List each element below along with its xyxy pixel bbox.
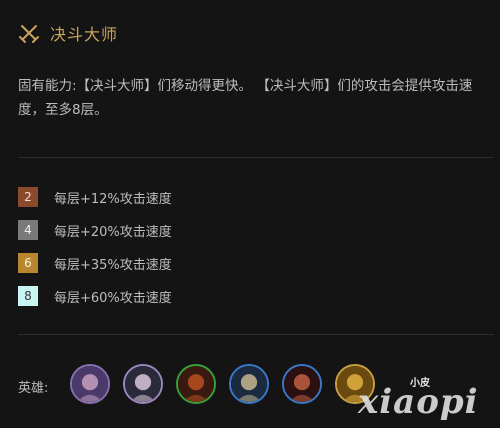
hero-avatar[interactable] <box>282 364 322 404</box>
tier-text: 每层+20%攻击速度 <box>54 224 172 240</box>
tier-badge: 4 <box>18 220 38 240</box>
tier-text: 每层+35%攻击速度 <box>54 257 172 273</box>
divider <box>18 334 494 335</box>
tier-badge: 8 <box>18 286 38 306</box>
tier-row: 6 每层+35%攻击速度 <box>18 252 172 274</box>
tier-badge: 6 <box>18 253 38 273</box>
hero-avatar[interactable] <box>70 364 110 404</box>
hero-avatar[interactable] <box>229 364 269 404</box>
watermark: 小皮 xiaopi <box>352 368 500 428</box>
heroes-label: 英雄: <box>18 381 49 396</box>
crossed-swords-icon <box>19 25 39 43</box>
hero-avatar[interactable] <box>176 364 216 404</box>
trait-description: 固有能力:【决斗大师】们移动得更快。 【决斗大师】们的攻击会提供攻击速度，至多8… <box>18 78 473 118</box>
tier-row: 8 每层+60%攻击速度 <box>18 285 172 307</box>
trait-header: 决斗大师 <box>18 20 118 46</box>
tier-row: 4 每层+20%攻击速度 <box>18 219 172 241</box>
tier-row: 2 每层+12%攻击速度 <box>18 186 172 208</box>
hero-avatar[interactable] <box>123 364 163 404</box>
tier-list: 2 每层+12%攻击速度 4 每层+20%攻击速度 6 每层+35%攻击速度 8… <box>18 186 172 318</box>
hero-avatar-list <box>70 364 388 404</box>
divider <box>18 157 494 158</box>
tier-text: 每层+12%攻击速度 <box>54 191 172 207</box>
tier-badge: 2 <box>18 187 38 207</box>
tier-text: 每层+60%攻击速度 <box>54 290 172 306</box>
watermark-text: xiaopi <box>358 382 479 422</box>
trait-title: 决斗大师 <box>50 25 119 44</box>
